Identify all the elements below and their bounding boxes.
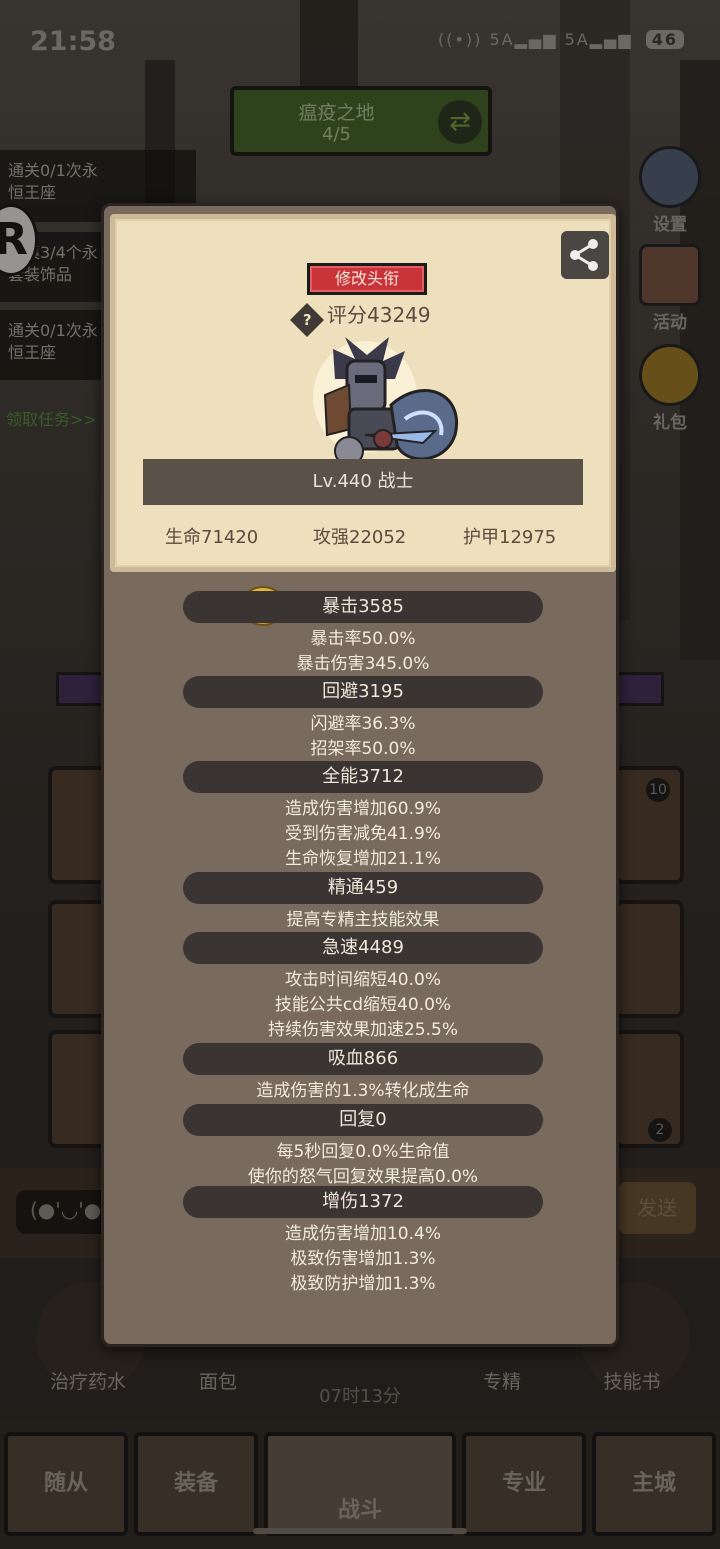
stat-line: 造成伤害增加60.9% [284,799,441,819]
stat-line: 每5秒回复0.0%生命值 [276,1142,450,1162]
hp-stat: 生命71420 [165,527,259,548]
stat-line: 极致防护增加1.3% [290,1274,436,1294]
stat-line: 暴击伤害345.0% [296,654,430,674]
stat-line: 招架率50.0% [310,739,416,759]
stat-header-haste: 急速4489 [183,932,543,964]
help-icon[interactable]: ? [290,303,324,337]
stat-header-regen: 回复0 [183,1104,543,1136]
stat-line: 使你的怒气回复效果提高0.0% [247,1167,479,1187]
stat-line: 造成伤害增加10.4% [284,1224,441,1244]
stat-line: 持续伤害效果加速25.5% [267,1020,458,1040]
warrior-avatar [313,337,458,466]
stat-line: 闪避率36.3% [310,714,416,734]
stat-line: 提高专精主技能效果 [286,910,440,930]
score-row: ? 评分43249 [290,299,431,337]
share-icon [570,239,598,271]
edit-title-button[interactable]: 修改头衔 [307,263,427,295]
score-value: 评分43249 [327,303,431,327]
stat-header-crit: 暴击3585 [183,591,543,623]
stat-line: 受到伤害减免41.9% [284,824,441,844]
armor-stat: 护甲12975 [463,527,557,548]
stat-header-avoid: 回避3195 [183,676,543,708]
stat-line: 暴击率50.0% [310,629,416,649]
level-class-bar: Lv.440 战士 [143,459,583,505]
attack-stat: 攻强22052 [313,527,407,548]
stat-line: 造成伤害的1.3%转化成生命 [256,1081,470,1101]
stat-line: 技能公共cd缩短40.0% [274,995,452,1015]
stat-header-damage-bonus: 增伤1372 [183,1186,543,1218]
character-info-popup: 修改头衔 ? 评分43249 Lv.440 战士 生命71420 攻强22052 … [101,203,619,1347]
stat-header-versatility: 全能3712 [183,761,543,793]
stat-line: 攻击时间缩短40.0% [284,970,441,990]
stat-header-mastery: 精通459 [183,872,543,904]
character-card: 修改头衔 ? 评分43249 Lv.440 战士 生命71420 攻强22052 … [110,214,616,572]
share-button[interactable] [561,231,609,279]
stat-line: 极致伤害增加1.3% [290,1249,436,1269]
stat-header-leech: 吸血866 [183,1043,543,1075]
stat-line: 生命恢复增加21.1% [284,849,441,869]
